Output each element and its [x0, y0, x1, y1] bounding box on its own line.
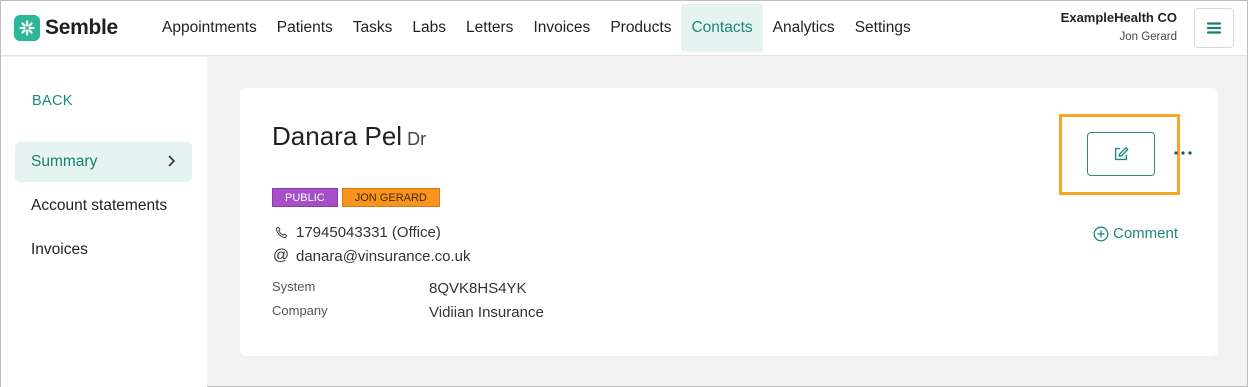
- sidebar-item-label: Invoices: [31, 241, 88, 258]
- top-navigation-bar: Semble Appointments Patients Tasks Labs …: [1, 1, 1247, 56]
- sidebar-item-label: Summary: [31, 153, 98, 170]
- chevron-right-icon: [166, 154, 176, 173]
- semble-logo-icon: [14, 15, 40, 41]
- nav-products[interactable]: Products: [600, 4, 681, 52]
- edit-icon: [1114, 147, 1129, 161]
- semble-logo[interactable]: Semble: [14, 14, 118, 42]
- nav-invoices[interactable]: Invoices: [523, 4, 600, 52]
- more-dots-icon: [1174, 151, 1192, 155]
- sidebar: BACK Summary Account statements Invoices: [1, 57, 207, 387]
- tag-public: PUBLIC: [272, 188, 338, 207]
- field-label-system: System: [272, 279, 316, 294]
- sidebar-item-invoices[interactable]: Invoices: [15, 230, 192, 270]
- organization-name: ExampleHealth CO: [1060, 10, 1177, 25]
- hamburger-icon: [1206, 22, 1222, 34]
- comment-label: Comment: [1113, 225, 1179, 242]
- sidebar-item-label: Account statements: [31, 197, 168, 214]
- contact-summary-card: Danara Pel Dr PUBLIC JON GERARD 17945043…: [240, 88, 1218, 356]
- contact-phone: 17945043331 (Office): [272, 224, 441, 241]
- at-sign-icon: @: [272, 247, 290, 264]
- more-options-button[interactable]: [1172, 142, 1194, 164]
- account-info[interactable]: ExampleHealth CO Jon Gerard: [1061, 10, 1177, 43]
- user-name: Jon Gerard: [1119, 31, 1177, 43]
- contact-tags: PUBLIC JON GERARD: [272, 188, 444, 207]
- nav-contacts[interactable]: Contacts: [681, 4, 763, 52]
- field-value-company: Vidiian Insurance: [429, 304, 544, 321]
- phone-number: 17945043331 (Office): [296, 224, 441, 241]
- nav-labs[interactable]: Labs: [402, 4, 456, 52]
- nav-settings[interactable]: Settings: [845, 4, 921, 52]
- nav-letters[interactable]: Letters: [456, 4, 523, 52]
- tag-owner: JON GERARD: [341, 188, 440, 207]
- phone-icon: [272, 225, 290, 240]
- nav-patients[interactable]: Patients: [267, 4, 343, 52]
- sidebar-item-account-statements[interactable]: Account statements: [15, 186, 192, 226]
- contact-name: Danara Pel: [272, 121, 403, 151]
- field-label-company: Company: [272, 303, 328, 318]
- main-nav: Appointments Patients Tasks Labs Letters…: [152, 4, 921, 52]
- plus-circle-icon: [1093, 226, 1109, 242]
- add-comment-button[interactable]: Comment: [1093, 225, 1178, 242]
- nav-analytics[interactable]: Analytics: [763, 4, 845, 52]
- field-value-system: 8QVK8HS4YK: [429, 280, 527, 297]
- contact-email: @ danara@vinsurance.co.uk: [272, 247, 471, 265]
- contact-title: Dr: [407, 129, 427, 149]
- contact-header: Danara Pel Dr: [272, 121, 426, 152]
- edit-contact-button[interactable]: [1087, 132, 1155, 176]
- back-link[interactable]: BACK: [32, 93, 73, 109]
- sidebar-item-summary[interactable]: Summary: [15, 142, 192, 182]
- hamburger-menu-button[interactable]: [1194, 8, 1234, 48]
- logo-text: Semble: [45, 16, 118, 39]
- nav-appointments[interactable]: Appointments: [152, 4, 267, 52]
- email-address[interactable]: danara@vinsurance.co.uk: [296, 248, 471, 265]
- nav-tasks[interactable]: Tasks: [343, 4, 403, 52]
